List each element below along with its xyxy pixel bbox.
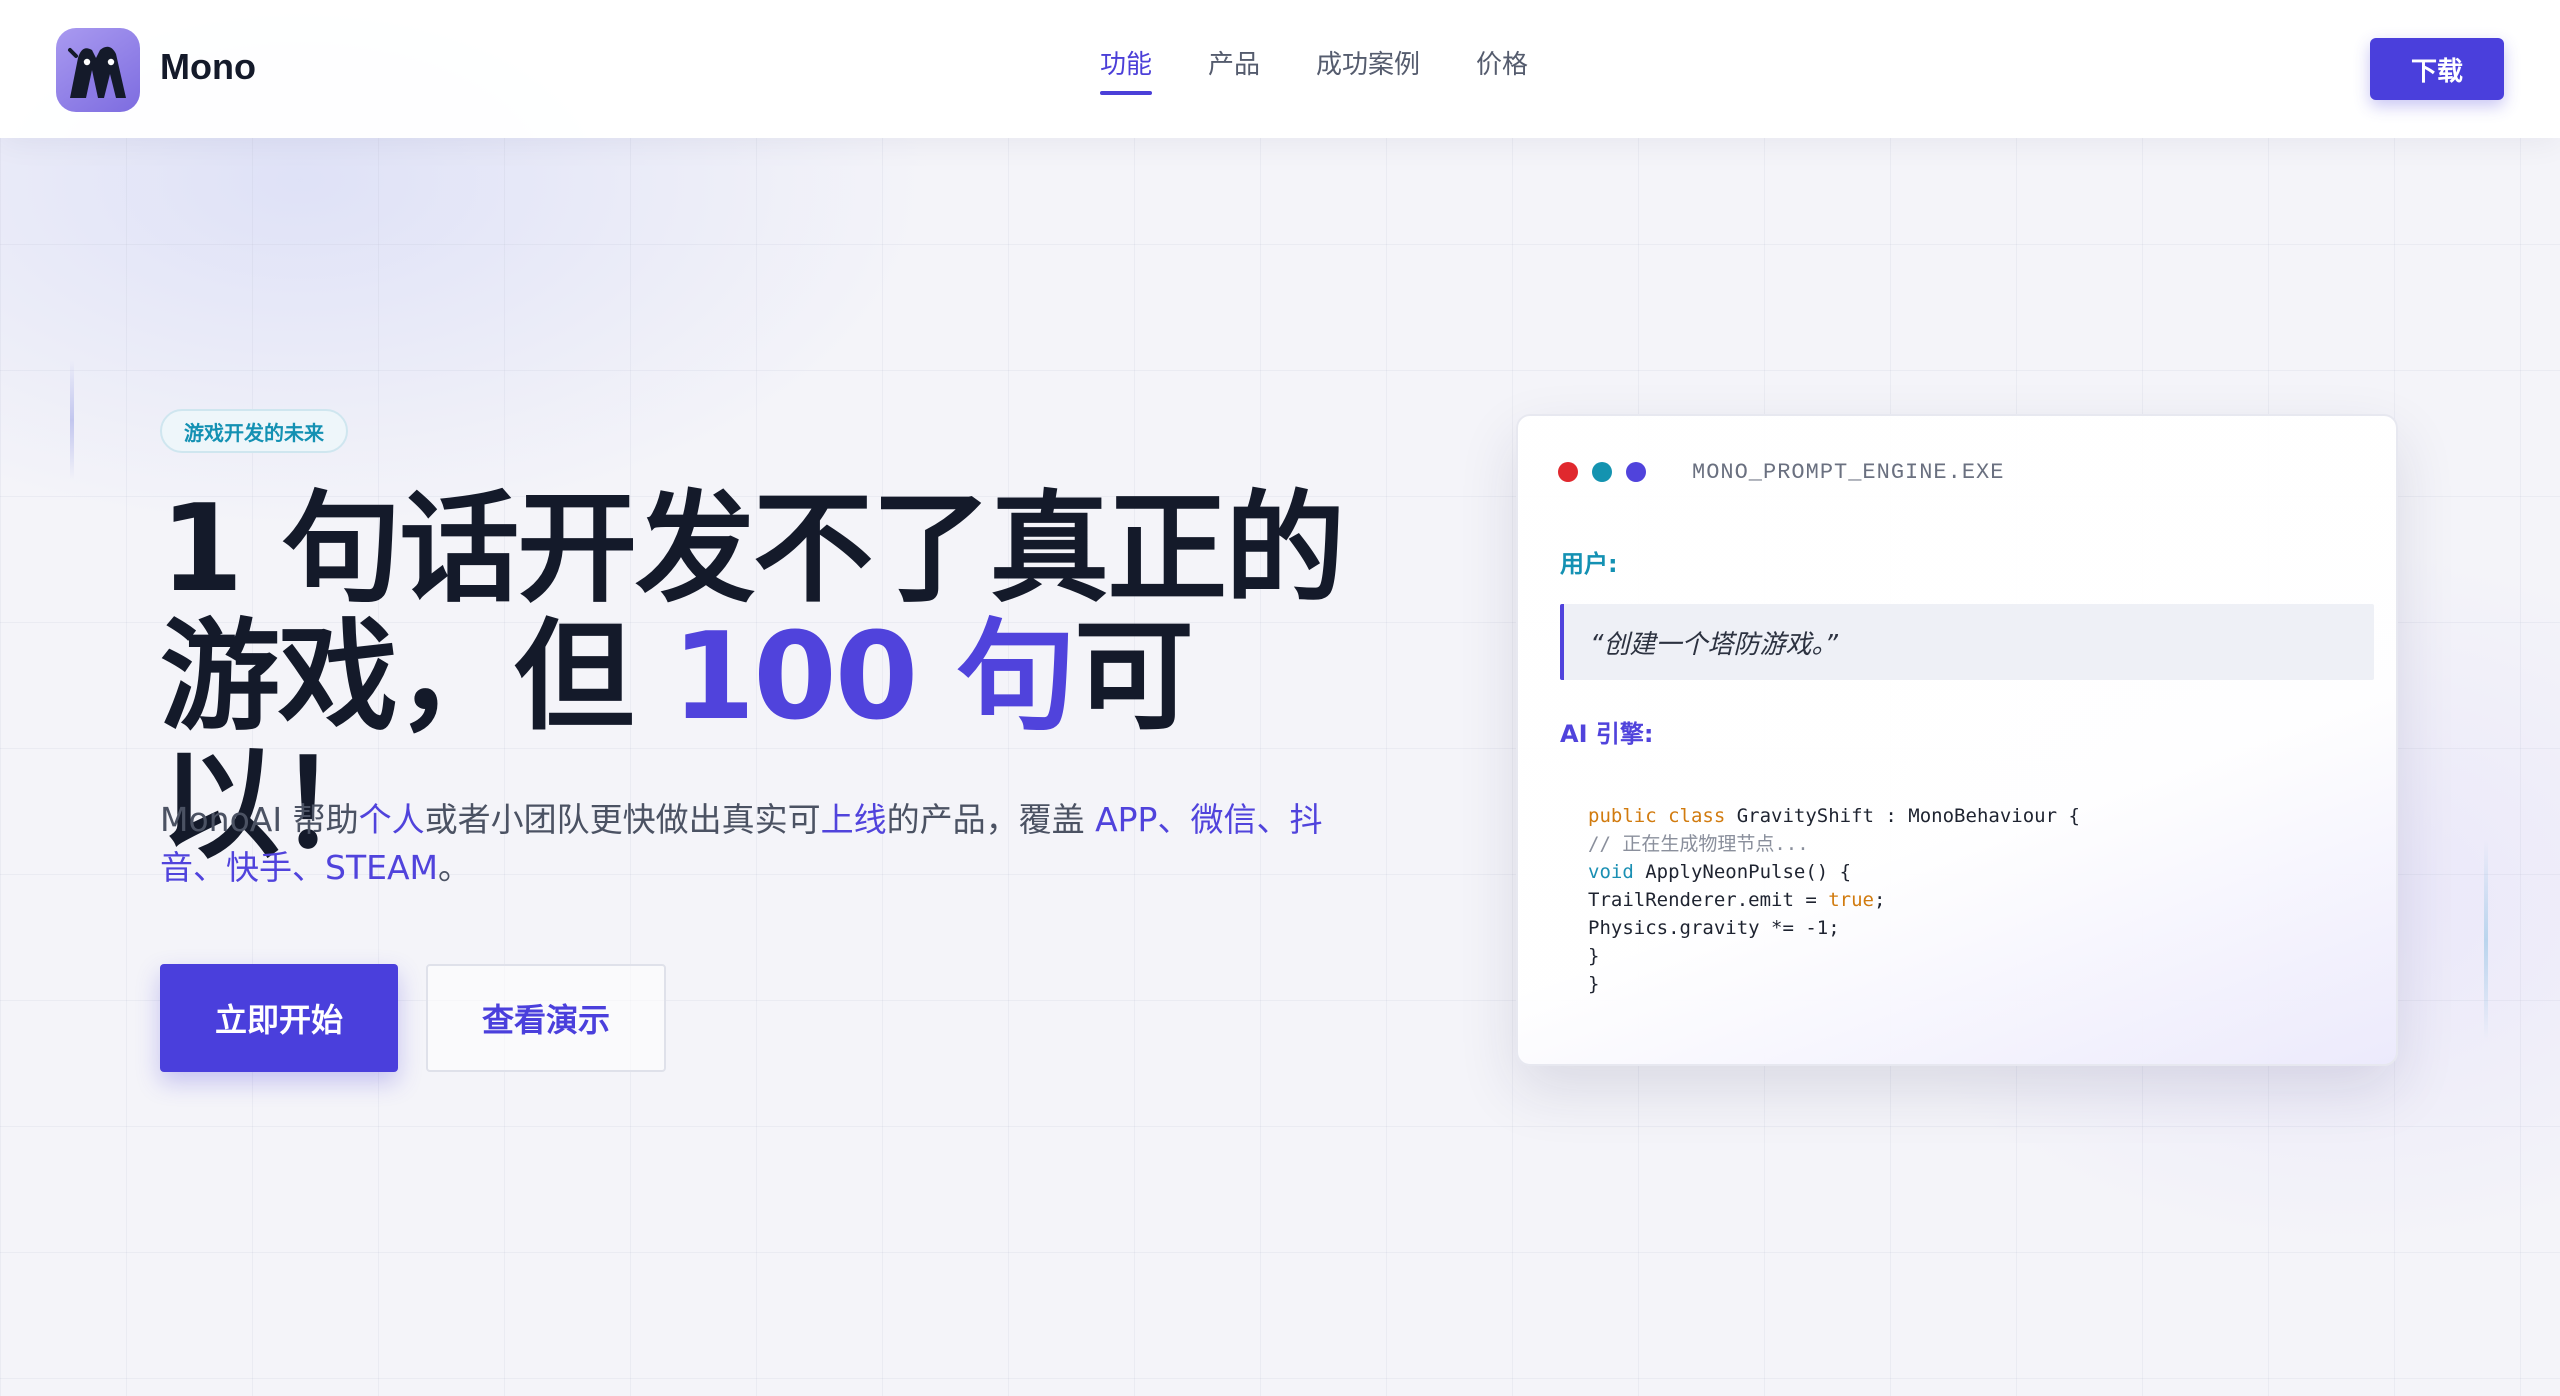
code-keyword: public class	[1588, 805, 1726, 827]
brand-name[interactable]: Mono	[160, 46, 256, 88]
hero-subtext: MonoAI 帮助个人或者小团队更快做出真实可上线的产品，覆盖 APP、微信、抖…	[160, 796, 1360, 892]
code-line: void ApplyNeonPulse() {	[1588, 858, 2080, 886]
hero-tag-badge: 游戏开发的未来	[160, 409, 348, 453]
code-line: public class GravityShift : MonoBehaviou…	[1588, 802, 2080, 830]
code-keyword: void	[1588, 861, 1634, 883]
prompt-engine-card: MONO_PROMPT_ENGINE.EXE 用户: “创建一个塔防游戏。” A…	[1516, 414, 2398, 1066]
subtext-highlight-individual: 个人	[358, 800, 425, 839]
subtext-prefix: MonoAI 帮助	[160, 800, 359, 839]
nav-links: 功能 产品 成功案例 价格	[1100, 44, 1528, 95]
nav-item-features[interactable]: 功能	[1100, 44, 1153, 95]
headline-highlight: 100 句	[671, 608, 1076, 747]
subtext-middle-2: 的产品，覆盖	[886, 800, 1096, 839]
ai-engine-label: AI 引擎:	[1560, 720, 1654, 748]
landing-page: Mono 功能 产品 成功案例 价格 下载 游戏开发的未来 1 句话开发不了真正…	[0, 0, 2560, 1396]
window-title: MONO_PROMPT_ENGINE.EXE	[1692, 460, 2005, 485]
nav-item-pricing[interactable]: 价格	[1476, 44, 1528, 95]
view-demo-button[interactable]: 查看演示	[426, 964, 666, 1072]
nav-item-products[interactable]: 产品	[1208, 44, 1260, 95]
get-started-button[interactable]: 立即开始	[160, 964, 398, 1072]
top-navigation: Mono 功能 产品 成功案例 价格 下载	[0, 0, 2560, 138]
code-text: GravityShift : MonoBehaviour {	[1725, 805, 2080, 827]
code-line: }	[1588, 973, 1600, 995]
close-dot-icon	[1558, 462, 1578, 482]
ghost-characters-icon[interactable]	[56, 28, 140, 112]
code-line: }	[1588, 945, 1600, 967]
maximize-dot-icon	[1626, 462, 1646, 482]
code-block: public class GravityShift : MonoBehaviou…	[1588, 802, 2080, 998]
code-boolean: true	[1828, 889, 1874, 911]
subtext-middle-1: 或者小团队更快做出真实可	[424, 800, 821, 839]
nav-item-case-studies[interactable]: 成功案例	[1316, 44, 1420, 95]
code-text: ApplyNeonPulse() {	[1633, 861, 1852, 883]
window-controls	[1558, 462, 1646, 482]
decorative-accent-bar	[70, 360, 74, 480]
minimize-dot-icon	[1592, 462, 1612, 482]
user-label: 用户:	[1560, 550, 1618, 578]
code-comment: // 正在生成物理节点...	[1588, 833, 1809, 855]
code-text: ;	[1873, 889, 1886, 911]
decorative-accent-bar-right	[2484, 840, 2488, 1040]
code-line: TrailRenderer.emit = true;	[1588, 886, 2080, 914]
subtext-suffix: 。	[438, 848, 472, 887]
code-line: Physics.gravity *= -1;	[1588, 917, 1840, 939]
subtext-highlight-launch: 上线	[820, 800, 887, 839]
user-prompt: “创建一个塔防游戏。”	[1560, 604, 2374, 680]
code-text: TrailRenderer.emit =	[1588, 889, 1829, 911]
download-button[interactable]: 下载	[2370, 38, 2504, 100]
